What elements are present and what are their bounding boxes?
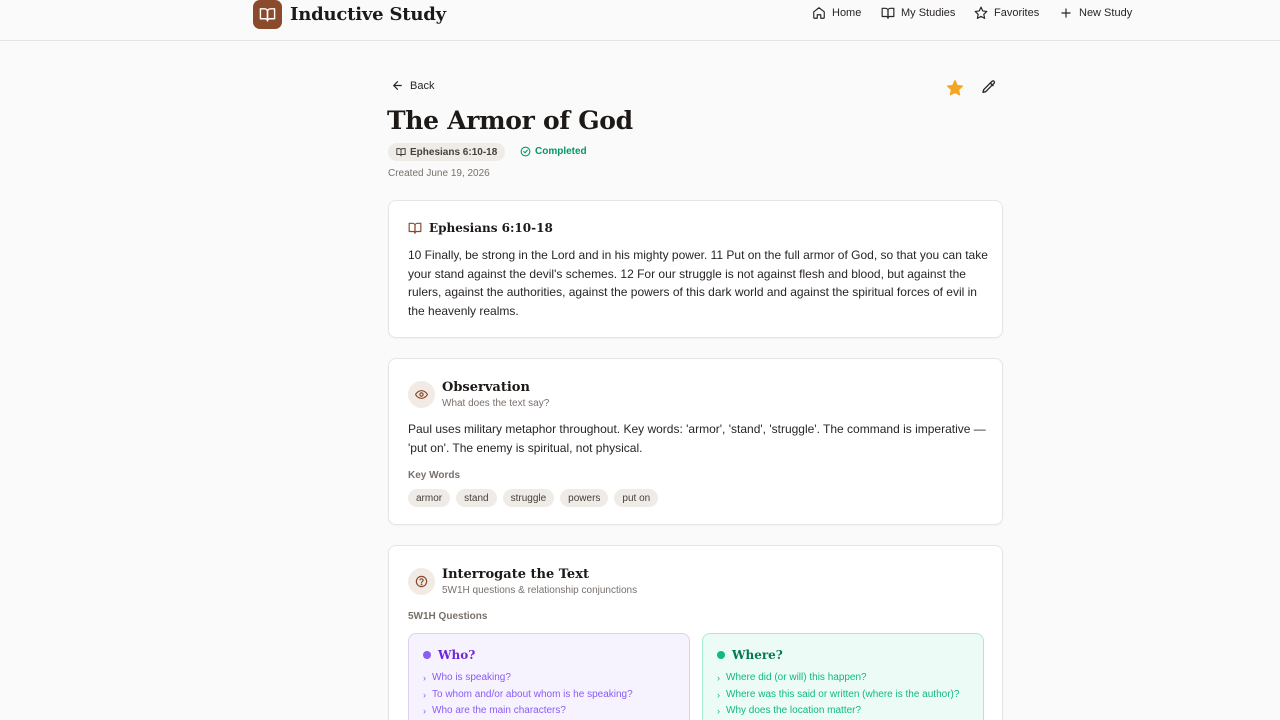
status-label: Completed (535, 146, 587, 157)
nav-home[interactable]: Home (812, 6, 861, 20)
question-text: To whom and/or about whom is he speaking… (432, 688, 633, 700)
back-label: Back (410, 79, 435, 92)
questions-label: 5W1H Questions (408, 611, 488, 622)
key-word-chip: put on (614, 489, 659, 507)
chevron-right-icon: › (423, 706, 426, 716)
question-item[interactable]: › Where was this said or written (where i… (717, 687, 969, 704)
key-words-label: Key Words (408, 470, 461, 481)
favorite-toggle[interactable] (946, 79, 964, 97)
home-icon (813, 7, 825, 19)
top-navigation-bar: Inductive Study Home My Studies Favorite… (0, 0, 1280, 41)
question-text: Where did (or will) this happen? (726, 672, 867, 683)
who-question-list: › Who is speaking? › To whom and/or about … (423, 670, 675, 720)
nav-favorites[interactable]: Favorites (974, 6, 1039, 20)
observation-text: Paul uses military metaphor throughout. … (408, 422, 986, 455)
observation-subtitle: What does the text say? (442, 398, 550, 409)
interrogate-icon-wrap (408, 568, 435, 595)
star-filled-icon (946, 79, 964, 96)
observation-title: Observation (442, 380, 530, 395)
key-word-chip: powers (560, 489, 609, 507)
nav-my-studies-label: My Studies (901, 7, 956, 19)
who-header: Who? (423, 648, 675, 662)
reference-badge: Ephesians 6:10-18 (388, 143, 506, 161)
chevron-right-icon: › (717, 689, 720, 700)
passage-reference: Ephesians 6:10-18 (429, 221, 553, 235)
question-text: Where was this said or written (where is… (726, 688, 960, 700)
where-title: Where? (732, 648, 783, 662)
question-text: Why does the location matter? (726, 705, 862, 716)
question-item[interactable]: › Who is speaking? (423, 670, 675, 687)
chevron-right-icon: › (423, 673, 426, 683)
passage-header: Ephesians 6:10-18 (408, 221, 553, 235)
nav-home-label: Home (832, 7, 862, 19)
observation-icon-wrap (408, 381, 435, 408)
interrogate-card: Interrogate the Text 5W1H questions & re… (388, 545, 1003, 720)
where-question-box: Where? › Where did (or will) this happen?… (702, 633, 984, 720)
book-icon (396, 148, 406, 157)
question-text: Who is speaking? (432, 672, 511, 683)
who-title: Who? (438, 648, 476, 662)
open-book-icon (259, 8, 276, 22)
interrogate-title: Interrogate the Text (442, 567, 589, 582)
status-badge: Completed (520, 146, 587, 157)
arrow-left-icon (393, 81, 402, 90)
created-date: Created June 19, 2026 (388, 168, 490, 179)
where-question-list: › Where did (or will) this happen? › Where… (717, 670, 969, 720)
question-item[interactable]: › Why does the location matter? (717, 703, 969, 720)
nav-favorites-label: Favorites (994, 7, 1040, 19)
page-title: The Armor of God (387, 106, 633, 135)
question-text: Who are the main characters? (432, 705, 566, 716)
key-words-list: armor stand struggle powers put on (408, 489, 659, 507)
plus-icon (1061, 8, 1071, 18)
chevron-right-icon: › (717, 673, 720, 683)
brand-name[interactable]: Inductive Study (290, 4, 446, 25)
who-question-box: Who? › Who is speaking? › To whom and/or a… (408, 633, 690, 720)
key-word-chip: struggle (502, 489, 555, 507)
book-icon (881, 7, 895, 19)
edit-button[interactable] (981, 79, 997, 95)
observation-card: Observation What does the text say? Paul… (388, 358, 1003, 525)
logo[interactable] (253, 0, 282, 29)
passage-card: Ephesians 6:10-18 10 Finally, be strong … (388, 200, 1003, 338)
eye-icon (415, 390, 428, 399)
nav-new-study[interactable]: New Study (1059, 6, 1132, 20)
key-word-chip: armor (408, 489, 451, 507)
where-dot (717, 651, 725, 659)
question-item[interactable]: › Where did (or will) this happen? (717, 670, 969, 687)
pencil-icon (982, 80, 996, 93)
question-item[interactable]: › Who are the main characters? (423, 703, 675, 720)
star-outline-icon (974, 6, 988, 19)
question-item[interactable]: › To whom and/or about whom is he speakin… (423, 687, 675, 704)
nav-new-study-label: New Study (1079, 7, 1133, 19)
passage-text: 10 Finally, be strong in the Lord and in… (408, 248, 988, 318)
key-word-chip: stand (456, 489, 497, 507)
chevron-right-icon: › (717, 706, 720, 716)
reference-label: Ephesians 6:10-18 (410, 146, 498, 158)
chevron-right-icon: › (423, 689, 426, 700)
who-dot (423, 651, 431, 659)
question-circle-icon (415, 575, 428, 588)
interrogate-subtitle: 5W1H questions & relationship conjunctio… (442, 585, 638, 596)
nav-my-studies[interactable]: My Studies (881, 6, 955, 20)
check-circle-icon (520, 146, 531, 157)
where-header: Where? (717, 648, 969, 662)
book-icon (408, 222, 422, 234)
back-button[interactable]: Back (391, 79, 434, 92)
